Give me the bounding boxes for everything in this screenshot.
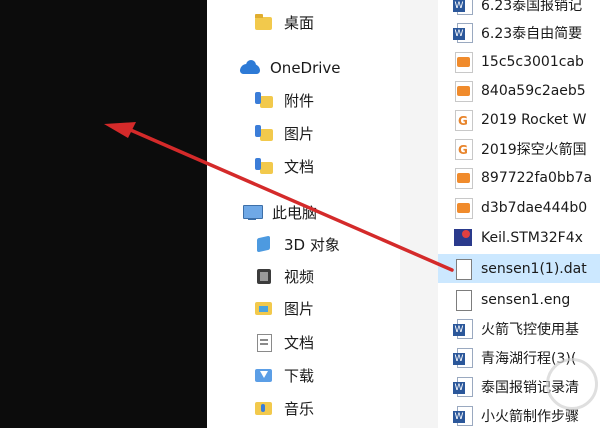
word-icon	[453, 376, 473, 398]
music-folder-icon	[254, 398, 274, 418]
word-icon	[453, 347, 473, 369]
file-row[interactable]: 6.23泰国报销记	[438, 0, 600, 19]
file-row[interactable]: 小火箭制作步骤	[438, 401, 600, 428]
image-file-icon	[453, 51, 473, 73]
nav-label-attachments: 附件	[284, 91, 315, 110]
blank-file-icon	[453, 289, 473, 311]
gcode-file-icon	[453, 138, 473, 160]
file-name: sensen1.eng	[481, 291, 571, 308]
image-file-icon	[453, 167, 473, 189]
pinned-folder-icon	[254, 123, 274, 143]
file-name: Keil.STM32F4x	[481, 229, 583, 246]
nav-item-pictures[interactable]: 图片	[254, 293, 314, 323]
nav-label-onedrive-documents: 文档	[284, 157, 315, 176]
nav-item-this-pc[interactable]: 此电脑	[242, 197, 317, 227]
file-row[interactable]: 2019 Rocket W	[438, 105, 600, 134]
pinned-folder-icon	[254, 156, 274, 176]
blank-file-icon	[453, 258, 473, 280]
file-row[interactable]: 青海湖行程(3)(	[438, 343, 600, 372]
nav-item-music[interactable]: 音乐	[254, 393, 314, 423]
file-row[interactable]: 火箭飞控使用基	[438, 314, 600, 343]
nav-item-documents[interactable]: 文档	[254, 327, 314, 357]
nav-item-videos[interactable]: 视频	[254, 261, 314, 291]
image-file-icon	[453, 80, 473, 102]
file-row[interactable]: 泰国报销记录清	[438, 372, 600, 401]
3d-objects-icon	[254, 234, 274, 254]
videos-icon	[254, 266, 274, 286]
onedrive-cloud-icon	[240, 58, 260, 78]
nav-item-attachments[interactable]: 附件	[254, 85, 314, 115]
file-list: 6.23泰国报销记 6.23泰自由简要 15c5c3001cab 840a59c…	[438, 0, 600, 428]
file-row-selected[interactable]: sensen1(1).dat	[438, 254, 600, 283]
word-icon	[453, 0, 473, 16]
nav-label-downloads: 下载	[284, 366, 315, 385]
file-name: 2019探空火箭国	[481, 141, 587, 158]
file-name: 840a59c2aeb5	[481, 82, 586, 99]
file-row[interactable]: sensen1.eng	[438, 285, 600, 314]
file-name: 泰国报销记录清	[481, 379, 579, 396]
nav-label-onedrive: OneDrive	[270, 59, 341, 77]
gcode-file-icon	[453, 109, 473, 131]
file-row[interactable]: 840a59c2aeb5	[438, 76, 600, 105]
file-name: 小火箭制作步骤	[481, 408, 579, 425]
image-file-icon	[453, 197, 473, 219]
nav-item-onedrive[interactable]: OneDrive	[240, 53, 341, 83]
file-name: 6.23泰自由简要	[481, 25, 583, 42]
file-name: d3b7dae444b0	[481, 199, 588, 216]
nav-item-downloads[interactable]: 下载	[254, 360, 314, 390]
navigation-pane: 桌面 OneDrive 附件 图片 文档 此电脑 3D 对象 视频 图片 文档 …	[207, 0, 400, 428]
nav-item-desktop[interactable]: 桌面	[254, 7, 314, 37]
keil-package-icon	[453, 227, 473, 249]
nav-item-onedrive-pictures[interactable]: 图片	[254, 118, 314, 148]
file-name: 火箭飞控使用基	[481, 321, 579, 338]
downloads-icon	[254, 365, 274, 385]
dark-background	[0, 0, 207, 428]
file-row[interactable]: 2019探空火箭国	[438, 134, 600, 163]
computer-icon	[242, 202, 263, 222]
documents-folder-icon	[254, 332, 274, 352]
word-icon	[453, 318, 473, 340]
file-name: sensen1(1).dat	[481, 260, 587, 277]
nav-item-3d-objects[interactable]: 3D 对象	[254, 229, 340, 259]
file-row[interactable]: 897722fa0bb7a	[438, 163, 600, 192]
nav-label-3d-objects: 3D 对象	[284, 235, 340, 254]
file-row[interactable]: Keil.STM32F4x	[438, 223, 600, 252]
file-row[interactable]: 6.23泰自由简要	[438, 18, 600, 47]
nav-label-this-pc: 此电脑	[272, 203, 318, 222]
word-icon	[453, 22, 473, 44]
nav-item-onedrive-documents[interactable]: 文档	[254, 151, 314, 181]
file-name: 15c5c3001cab	[481, 53, 584, 70]
file-row[interactable]: d3b7dae444b0	[438, 193, 600, 222]
nav-label-videos: 视频	[284, 267, 315, 286]
pinned-folder-icon	[254, 90, 274, 110]
pictures-folder-icon	[254, 298, 274, 318]
file-name: 青海湖行程(3)(	[481, 350, 577, 367]
desktop-folder-icon	[254, 12, 274, 32]
file-name: 897722fa0bb7a	[481, 169, 593, 186]
nav-label-onedrive-pictures: 图片	[284, 124, 315, 143]
file-name: 2019 Rocket W	[481, 111, 587, 128]
file-name: 6.23泰国报销记	[481, 0, 583, 14]
nav-label-music: 音乐	[284, 399, 315, 418]
nav-label-pictures: 图片	[284, 299, 315, 318]
pane-divider	[400, 0, 438, 428]
nav-label-documents: 文档	[284, 333, 315, 352]
word-icon	[453, 405, 473, 427]
file-row[interactable]: 15c5c3001cab	[438, 47, 600, 76]
nav-label-desktop: 桌面	[284, 13, 315, 32]
